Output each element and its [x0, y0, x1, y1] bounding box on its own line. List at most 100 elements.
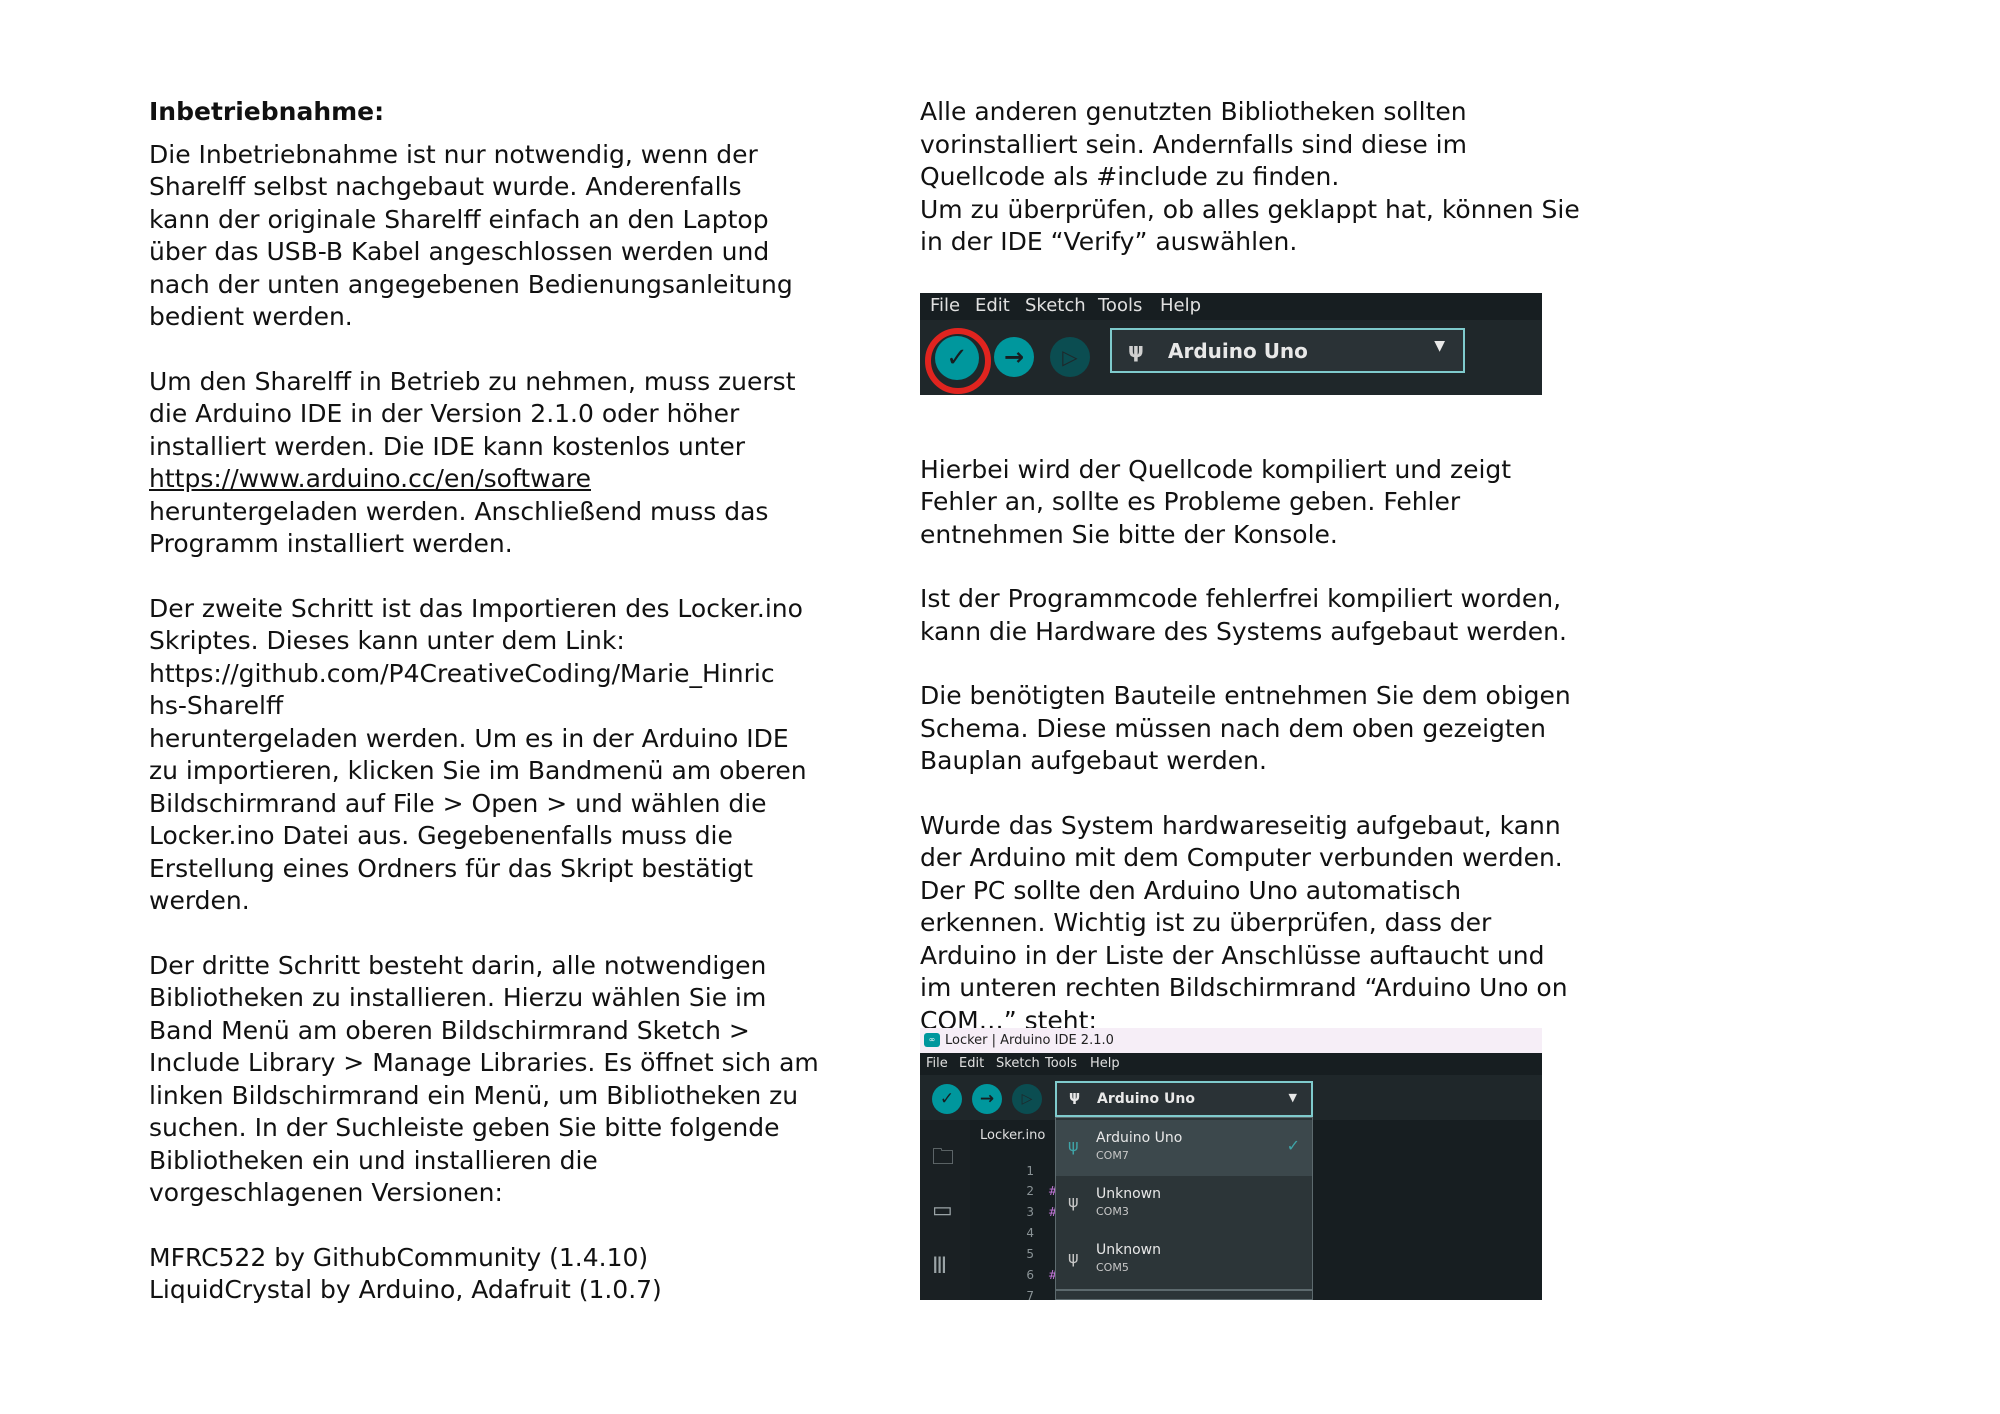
- board-option[interactable]: ψ Unknown COM3: [1056, 1176, 1312, 1232]
- menu-help[interactable]: Help: [1090, 1056, 1120, 1071]
- text-line: werden.: [149, 886, 250, 915]
- option-port: COM7: [1096, 1149, 1129, 1162]
- text-line: der Arduino mit dem Computer verbunden w…: [920, 843, 1563, 872]
- usb-icon: ψ: [1068, 1248, 1079, 1267]
- usb-icon: ψ: [1068, 1136, 1079, 1155]
- text-line: Erstellung eines Ordners für das Skript …: [149, 853, 754, 883]
- caret-down-icon: ▼: [1288, 1091, 1297, 1104]
- library-list: MFRC522 by GithubCommunity (1.4.10) Liqu…: [149, 1242, 779, 1307]
- paragraph-9: Wurde das System hardwareseitig aufgebau…: [920, 810, 1568, 1038]
- text-line: Skriptes. Dieses kann unter dem Link:: [149, 626, 625, 655]
- text-line: suchen. In der Suchleiste geben Sie bitt…: [149, 1113, 780, 1142]
- library-item: MFRC522 by GithubCommunity (1.4.10): [149, 1242, 649, 1272]
- board-selector[interactable]: ψ Arduino Uno ▼: [1055, 1081, 1313, 1117]
- line-number: 1: [1026, 1164, 1034, 1178]
- window-titlebar: ∞ Locker | Arduino IDE 2.1.0: [920, 1028, 1542, 1053]
- section-heading: Inbetriebnahme:: [149, 97, 385, 126]
- text-line: Ist der Programmcode fehlerfrei kompilie…: [920, 584, 1562, 613]
- check-icon: ✓: [939, 1089, 955, 1109]
- arrow-right-icon: →: [979, 1089, 995, 1109]
- file-tab[interactable]: Locker.ino: [980, 1128, 1045, 1143]
- debug-icon: ▷: [1062, 345, 1078, 369]
- text-line: Band Menü am oberen Bildschirmrand Sketc…: [149, 1015, 750, 1045]
- text-line: Der zweite Schritt ist das Importieren d…: [149, 593, 803, 623]
- arduino-logo-icon: ∞: [924, 1033, 940, 1047]
- text-line: Die Inbetriebnahme ist nur notwendig, we…: [149, 139, 758, 169]
- library-item: LiquidCrystal by Arduino, Adafruit (1.0.…: [149, 1275, 662, 1304]
- text-line: Um zu überprüfen, ob alles geklappt hat,…: [920, 194, 1580, 224]
- window-title: Locker | Arduino IDE 2.1.0: [945, 1033, 1114, 1048]
- paragraph-1: Die Inbetriebnahme ist nur notwendig, we…: [149, 139, 793, 334]
- paragraph-6: Hierbei wird der Quellcode kompiliert un…: [920, 454, 1560, 552]
- text-line: heruntergeladen werden. Um es in der Ard…: [149, 723, 789, 753]
- paragraph-8: Die benötigten Bauteile entnehmen Sie de…: [920, 680, 1571, 778]
- text-line: Bildschirmrand auf File > Open > und wäh…: [149, 788, 767, 818]
- arduino-ide-screenshot: ∞ Locker | Arduino IDE 2.1.0 File Edit S…: [920, 1028, 1542, 1300]
- board-name: Arduino Uno: [1097, 1091, 1195, 1107]
- verify-button[interactable]: ✓: [932, 1084, 962, 1114]
- text-line: Hierbei wird der Quellcode kompiliert un…: [920, 454, 1512, 484]
- line-number: 2: [1026, 1184, 1034, 1198]
- menu-file[interactable]: File: [926, 1056, 948, 1071]
- debug-icon: ▷: [1021, 1091, 1033, 1107]
- paragraph-5: Alle anderen genutzten Bibliotheken soll…: [920, 96, 1580, 259]
- library-icon[interactable]: Ⅲ: [932, 1254, 947, 1279]
- ide-menubar: File Edit Sketch Tools Help: [920, 1053, 1542, 1075]
- text-line: vorinstalliert sein. Andernfalls sind di…: [920, 129, 1467, 159]
- text-line: Bibliotheken zu installieren. Hierzu wäh…: [149, 983, 767, 1012]
- option-name: Arduino Uno: [1096, 1130, 1183, 1146]
- arduino-software-link[interactable]: https://www.arduino.cc/en/software: [149, 463, 779, 496]
- menu-edit[interactable]: Edit: [959, 1056, 984, 1071]
- menu-tools[interactable]: Tools: [1098, 295, 1142, 316]
- upload-button[interactable]: →: [994, 337, 1034, 377]
- text-line: kann die Hardware des Systems aufgebaut …: [920, 616, 1567, 646]
- text-line: Fehler an, sollte es Probleme geben. Feh…: [920, 487, 1461, 516]
- text-line: Bauplan aufgebaut werden.: [920, 746, 1267, 775]
- menu-tools[interactable]: Tools: [1045, 1056, 1077, 1071]
- right-column: Alle anderen genutzten Bibliotheken soll…: [920, 96, 1580, 1038]
- option-name: Unknown: [1096, 1186, 1161, 1202]
- text-line: zu importieren, klicken Sie im Bandmenü …: [149, 756, 807, 785]
- option-port: COM3: [1096, 1205, 1129, 1218]
- text-line: im unteren rechten Bildschirmrand “Ardui…: [920, 973, 1568, 1002]
- board-manager-icon[interactable]: ▭: [932, 1198, 953, 1223]
- text-line: Der PC sollte den Arduino Uno automatisc…: [920, 875, 1462, 905]
- board-option[interactable]: ψ Unknown COM5: [1056, 1232, 1312, 1288]
- highlight-ring: [925, 328, 991, 394]
- text-line: Include Library > Manage Libraries. Es ö…: [149, 1048, 819, 1077]
- debug-button[interactable]: ▷: [1050, 337, 1090, 377]
- board-selector[interactable]: ψ Arduino Uno ▼: [1110, 328, 1465, 373]
- menu-sketch[interactable]: Sketch: [996, 1056, 1040, 1071]
- board-dropdown: ψ Arduino Uno COM7 ✓ ψ Unknown COM3 ψ Un…: [1055, 1117, 1313, 1300]
- text-line: kann der originale Sharelff einfach an d…: [149, 204, 769, 234]
- option-name: Unknown: [1096, 1242, 1161, 1258]
- text-line: Schema. Diese müssen nach dem oben gezei…: [920, 713, 1546, 743]
- github-link-text: https://github.com/P4CreativeCoding/Mari…: [149, 658, 775, 688]
- text-line: Locker.ino Datei aus. Gegebenenfalls mus…: [149, 821, 733, 850]
- text-line: vorgeschlagenen Versionen:: [149, 1178, 503, 1207]
- board-option[interactable]: ψ Arduino Uno COM7 ✓: [1056, 1120, 1312, 1176]
- text-line: die Arduino IDE in der Version 2.1.0 ode…: [149, 399, 740, 428]
- text-line: in der IDE “Verify” auswählen.: [920, 227, 1298, 256]
- paragraph-3: Der zweite Schritt ist das Importieren d…: [149, 593, 807, 918]
- line-number: 4: [1026, 1226, 1034, 1240]
- folder-icon[interactable]: 🗀: [932, 1140, 954, 1178]
- menu-edit[interactable]: Edit: [975, 295, 1010, 316]
- menu-sketch[interactable]: Sketch: [1025, 295, 1086, 316]
- menu-file[interactable]: File: [930, 295, 960, 316]
- text-line: Quellcode als #include zu finden.: [920, 162, 1340, 191]
- option-port: COM5: [1096, 1261, 1129, 1274]
- text-line: bedient werden.: [149, 302, 353, 331]
- usb-icon: ψ: [1128, 338, 1144, 362]
- menu-help[interactable]: Help: [1160, 295, 1201, 316]
- board-name: Arduino Uno: [1168, 339, 1308, 363]
- paragraph-4: Der dritte Schritt besteht darin, alle n…: [149, 950, 819, 1210]
- debug-button[interactable]: ▷: [1012, 1084, 1042, 1114]
- text-line: Die benötigten Bauteile entnehmen Sie de…: [920, 681, 1571, 710]
- upload-button[interactable]: →: [972, 1084, 1002, 1114]
- text-line: Programm installiert werden.: [149, 529, 513, 558]
